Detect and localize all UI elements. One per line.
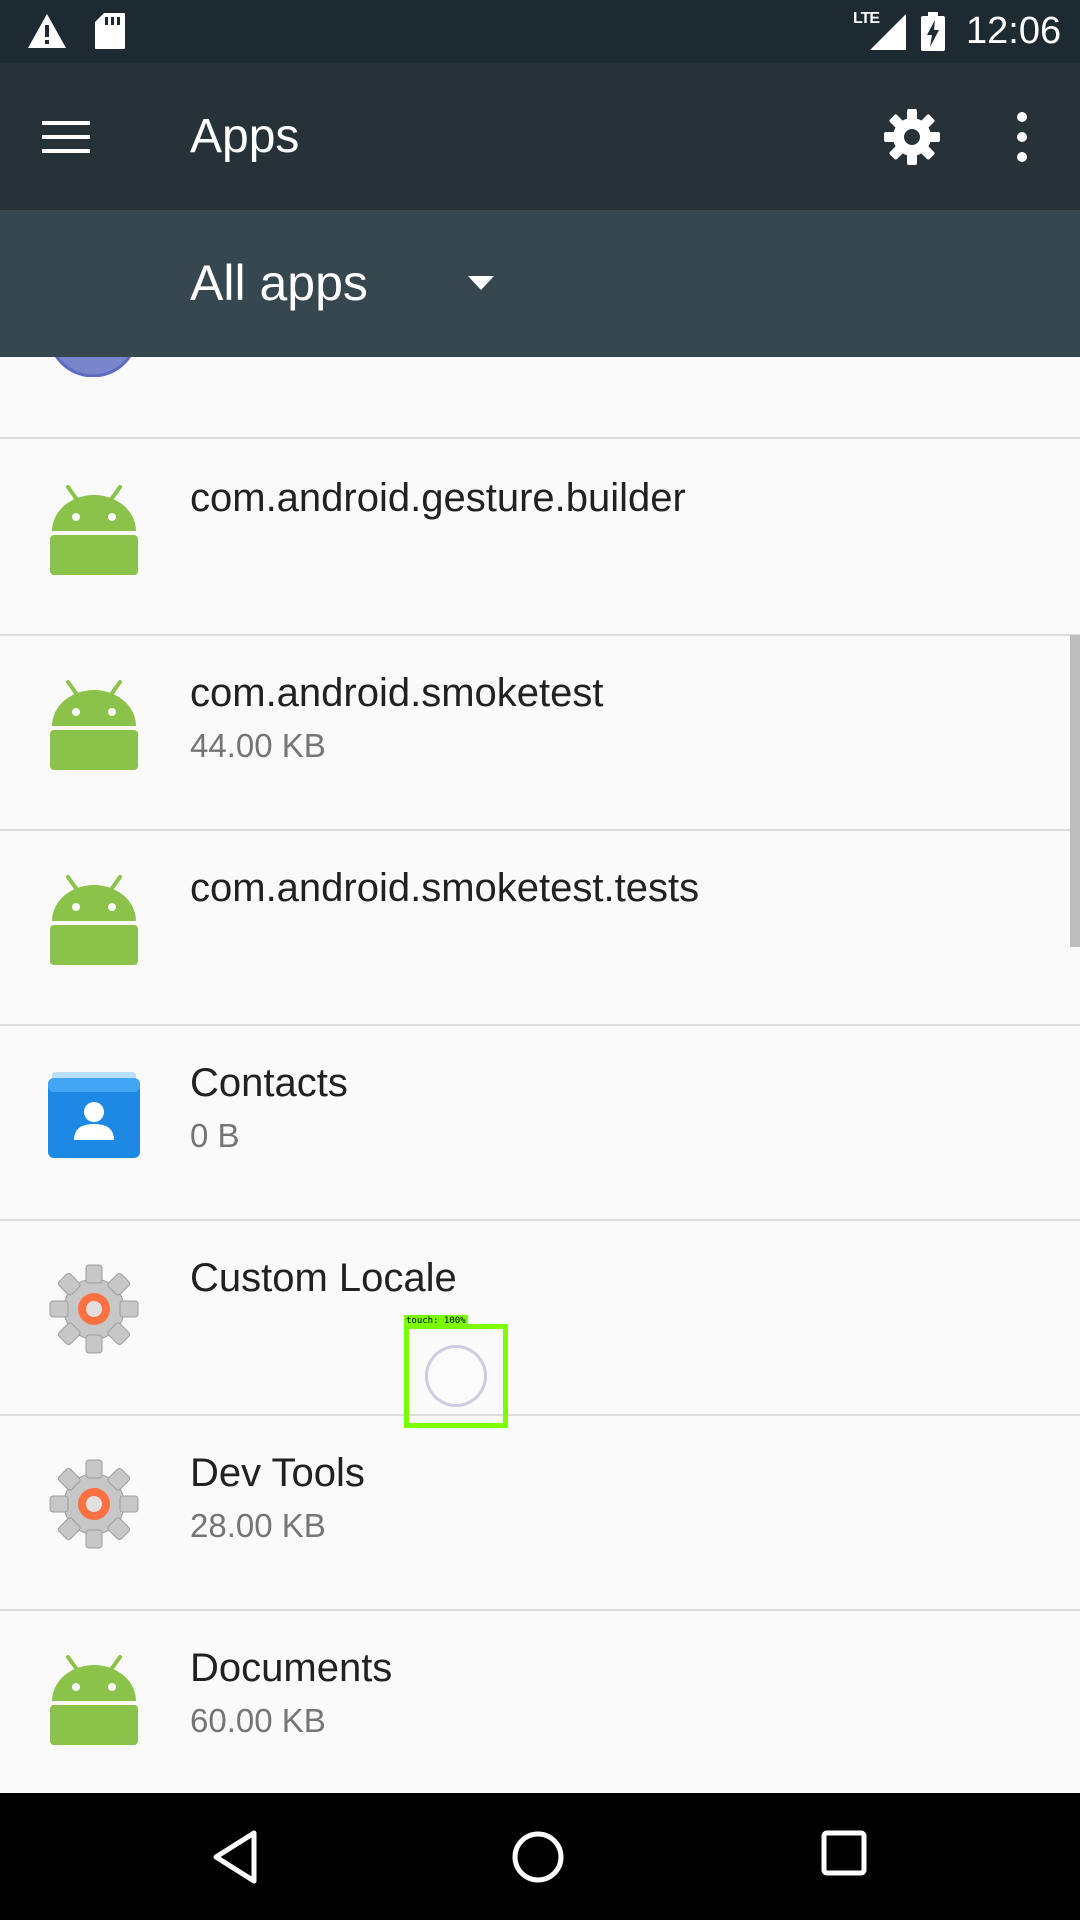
- app-name: com.android.smoketest.tests: [190, 866, 700, 910]
- dropdown-arrow-icon[interactable]: [464, 266, 498, 300]
- filter-bar[interactable]: All apps: [0, 210, 1080, 357]
- android-robot-icon: [50, 1655, 138, 1745]
- app-list[interactable]: com.android.gesture.builder com.android.…: [0, 357, 1080, 1793]
- app-name: Contacts: [190, 1061, 348, 1105]
- page-title: Apps: [190, 110, 300, 163]
- list-item[interactable]: com.android.smoketest.tests: [0, 831, 1080, 1026]
- navigation-bar: [0, 1793, 1080, 1920]
- warning-icon: [28, 14, 66, 48]
- list-item[interactable]: com.android.smoketest 44.00 KB: [0, 636, 1080, 831]
- back-icon[interactable]: [210, 1829, 260, 1885]
- list-item[interactable]: Dev Tools 28.00 KB: [0, 1416, 1080, 1611]
- app-name: Custom Locale: [190, 1256, 457, 1300]
- list-item-partial[interactable]: [0, 357, 1080, 439]
- more-vert-icon[interactable]: [1002, 107, 1042, 167]
- app-name: com.android.gesture.builder: [190, 476, 686, 520]
- list-item[interactable]: com.android.gesture.builder: [0, 441, 1080, 636]
- list-item[interactable]: Contacts 0 B: [0, 1026, 1080, 1221]
- battery-charging-icon: [921, 12, 945, 51]
- app-size: 60.00 KB: [190, 1702, 326, 1739]
- android-robot-icon: [50, 485, 138, 575]
- gear-icon[interactable]: [882, 107, 942, 167]
- app-name: com.android.smoketest: [190, 671, 604, 715]
- network-type-label: LTE: [853, 10, 880, 27]
- list-item[interactable]: Documents 60.00 KB: [0, 1611, 1080, 1793]
- filter-dropdown-label[interactable]: All apps: [190, 252, 368, 314]
- sd-card-icon: [95, 13, 125, 49]
- app-name: Documents: [190, 1646, 393, 1690]
- android-robot-icon: [50, 875, 138, 965]
- app-size: 0 B: [190, 1117, 240, 1154]
- menu-icon[interactable]: [40, 111, 92, 163]
- list-item[interactable]: Custom Locale: [0, 1221, 1080, 1416]
- app-toolbar: Apps: [0, 63, 1080, 210]
- settings-gear-icon: [49, 1459, 139, 1549]
- scrollbar[interactable]: [1070, 635, 1080, 947]
- android-robot-icon: [50, 680, 138, 770]
- touch-indicator-label: touch: 100%: [404, 1315, 468, 1327]
- app-icon-partial: [54, 357, 132, 377]
- touch-point: [425, 1345, 487, 1407]
- recents-icon[interactable]: [820, 1829, 868, 1877]
- app-name: Dev Tools: [190, 1451, 365, 1495]
- status-bar: LTE 12:06: [0, 0, 1080, 63]
- status-clock: 12:06: [966, 10, 1062, 52]
- contacts-icon: [48, 1072, 140, 1158]
- home-icon[interactable]: [510, 1829, 566, 1885]
- app-size: 28.00 KB: [190, 1507, 326, 1544]
- app-size: 44.00 KB: [190, 727, 326, 764]
- settings-gear-icon: [49, 1264, 139, 1354]
